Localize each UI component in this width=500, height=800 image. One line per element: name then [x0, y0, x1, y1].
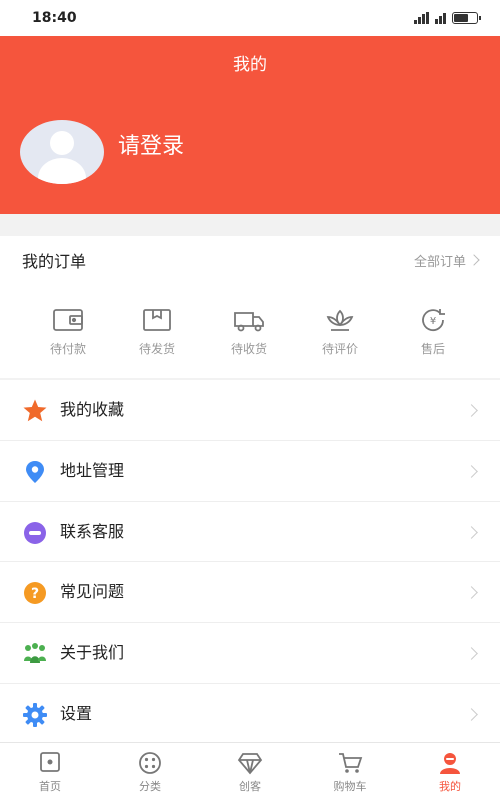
package-icon [143, 309, 171, 331]
order-pending-shipment[interactable]: 待发货 [117, 306, 197, 357]
tab-label: 分类 [139, 780, 161, 793]
menu-item-about-us[interactable]: 关于我们 [0, 623, 500, 684]
chevron-right-icon [465, 647, 478, 661]
people-icon [24, 643, 46, 664]
menu-item-address[interactable]: 地址管理 [0, 441, 500, 502]
page-title: 我的 [233, 55, 267, 75]
wifi-signal-icon [435, 12, 446, 24]
chevron-right-icon [465, 708, 478, 721]
tab-maker[interactable]: 创客 [200, 743, 300, 800]
category-icon [139, 752, 161, 774]
order-label: 待收货 [230, 342, 267, 356]
menu-item-settings[interactable]: 设置 [0, 684, 500, 745]
menu-item-customer-service[interactable]: 联系客服 [0, 502, 500, 563]
order-label: 售后 [420, 342, 445, 356]
menu-label: 联系客服 [60, 521, 125, 541]
gear-icon [23, 702, 47, 727]
chevron-right-icon [465, 586, 478, 600]
tab-mine[interactable]: 我的 [400, 743, 500, 800]
tab-home[interactable]: 首页 [0, 743, 100, 800]
order-label: 待付款 [49, 342, 86, 356]
tab-label: 首页 [39, 780, 61, 793]
star-icon [23, 399, 47, 422]
tab-label: 购物车 [333, 780, 367, 793]
menu-label: 地址管理 [60, 460, 125, 480]
svg-text:?: ? [31, 586, 39, 602]
chevron-right-icon [468, 254, 480, 266]
chevron-right-icon [465, 404, 478, 417]
status-bar: 18:40 [0, 0, 500, 36]
battery-icon [452, 12, 481, 24]
cart-icon [339, 753, 363, 773]
order-pending-payment[interactable]: 待付款 [28, 306, 108, 357]
orders-header: 我的订单 全部订单 [22, 248, 480, 272]
signal-icon [414, 12, 429, 24]
location-pin-icon [26, 460, 44, 483]
menu-item-faq[interactable]: ? 常见问题 [0, 562, 500, 624]
tab-category[interactable]: 分类 [100, 743, 200, 800]
tab-label: 创客 [239, 780, 261, 793]
status-icons [414, 12, 481, 24]
diamond-icon [237, 753, 263, 775]
order-pending-receipt[interactable]: 待收货 [209, 306, 289, 357]
truck-icon [234, 312, 264, 332]
menu-label: 关于我们 [60, 643, 125, 663]
question-icon: ? [24, 582, 46, 605]
bottom-tab-bar: 首页 分类 创客 购物车 我的 [0, 742, 500, 800]
chevron-right-icon [465, 525, 478, 539]
order-label: 待评价 [321, 342, 358, 356]
profile-header: 我的 请登录 [0, 36, 500, 214]
orders-section: 我的订单 全部订单 待付款 待发货 待收货 待评价 ¥ 售后 [0, 236, 500, 378]
login-link[interactable]: 请登录 [118, 128, 184, 160]
status-time: 18:40 [32, 10, 77, 26]
chevron-right-icon [465, 464, 478, 478]
refund-icon: ¥ [422, 309, 445, 332]
tab-label: 我的 [439, 780, 461, 793]
menu-list: 我的收藏 地址管理 联系客服 ? 常见问题 关于我们 设置 [0, 380, 500, 745]
order-after-sales[interactable]: ¥ 售后 [393, 306, 473, 357]
order-pending-review[interactable]: 待评价 [300, 306, 380, 357]
menu-item-favorites[interactable]: 我的收藏 [0, 380, 500, 441]
menu-label: 我的收藏 [60, 400, 125, 419]
tab-cart[interactable]: 购物车 [300, 743, 400, 800]
orders-title: 我的订单 [22, 252, 87, 271]
menu-label: 常见问题 [60, 582, 125, 602]
lotus-icon [326, 309, 354, 331]
menu-label: 设置 [60, 703, 93, 723]
avatar[interactable] [20, 120, 104, 184]
profile-icon [440, 753, 460, 774]
order-label: 待发货 [138, 342, 175, 356]
wallet-icon [53, 309, 83, 331]
chat-icon [24, 521, 46, 544]
all-orders-label: 全部订单 [413, 254, 466, 270]
home-icon [40, 752, 60, 772]
svg-text:¥: ¥ [430, 316, 436, 327]
all-orders-link[interactable]: 全部订单 [413, 251, 480, 270]
